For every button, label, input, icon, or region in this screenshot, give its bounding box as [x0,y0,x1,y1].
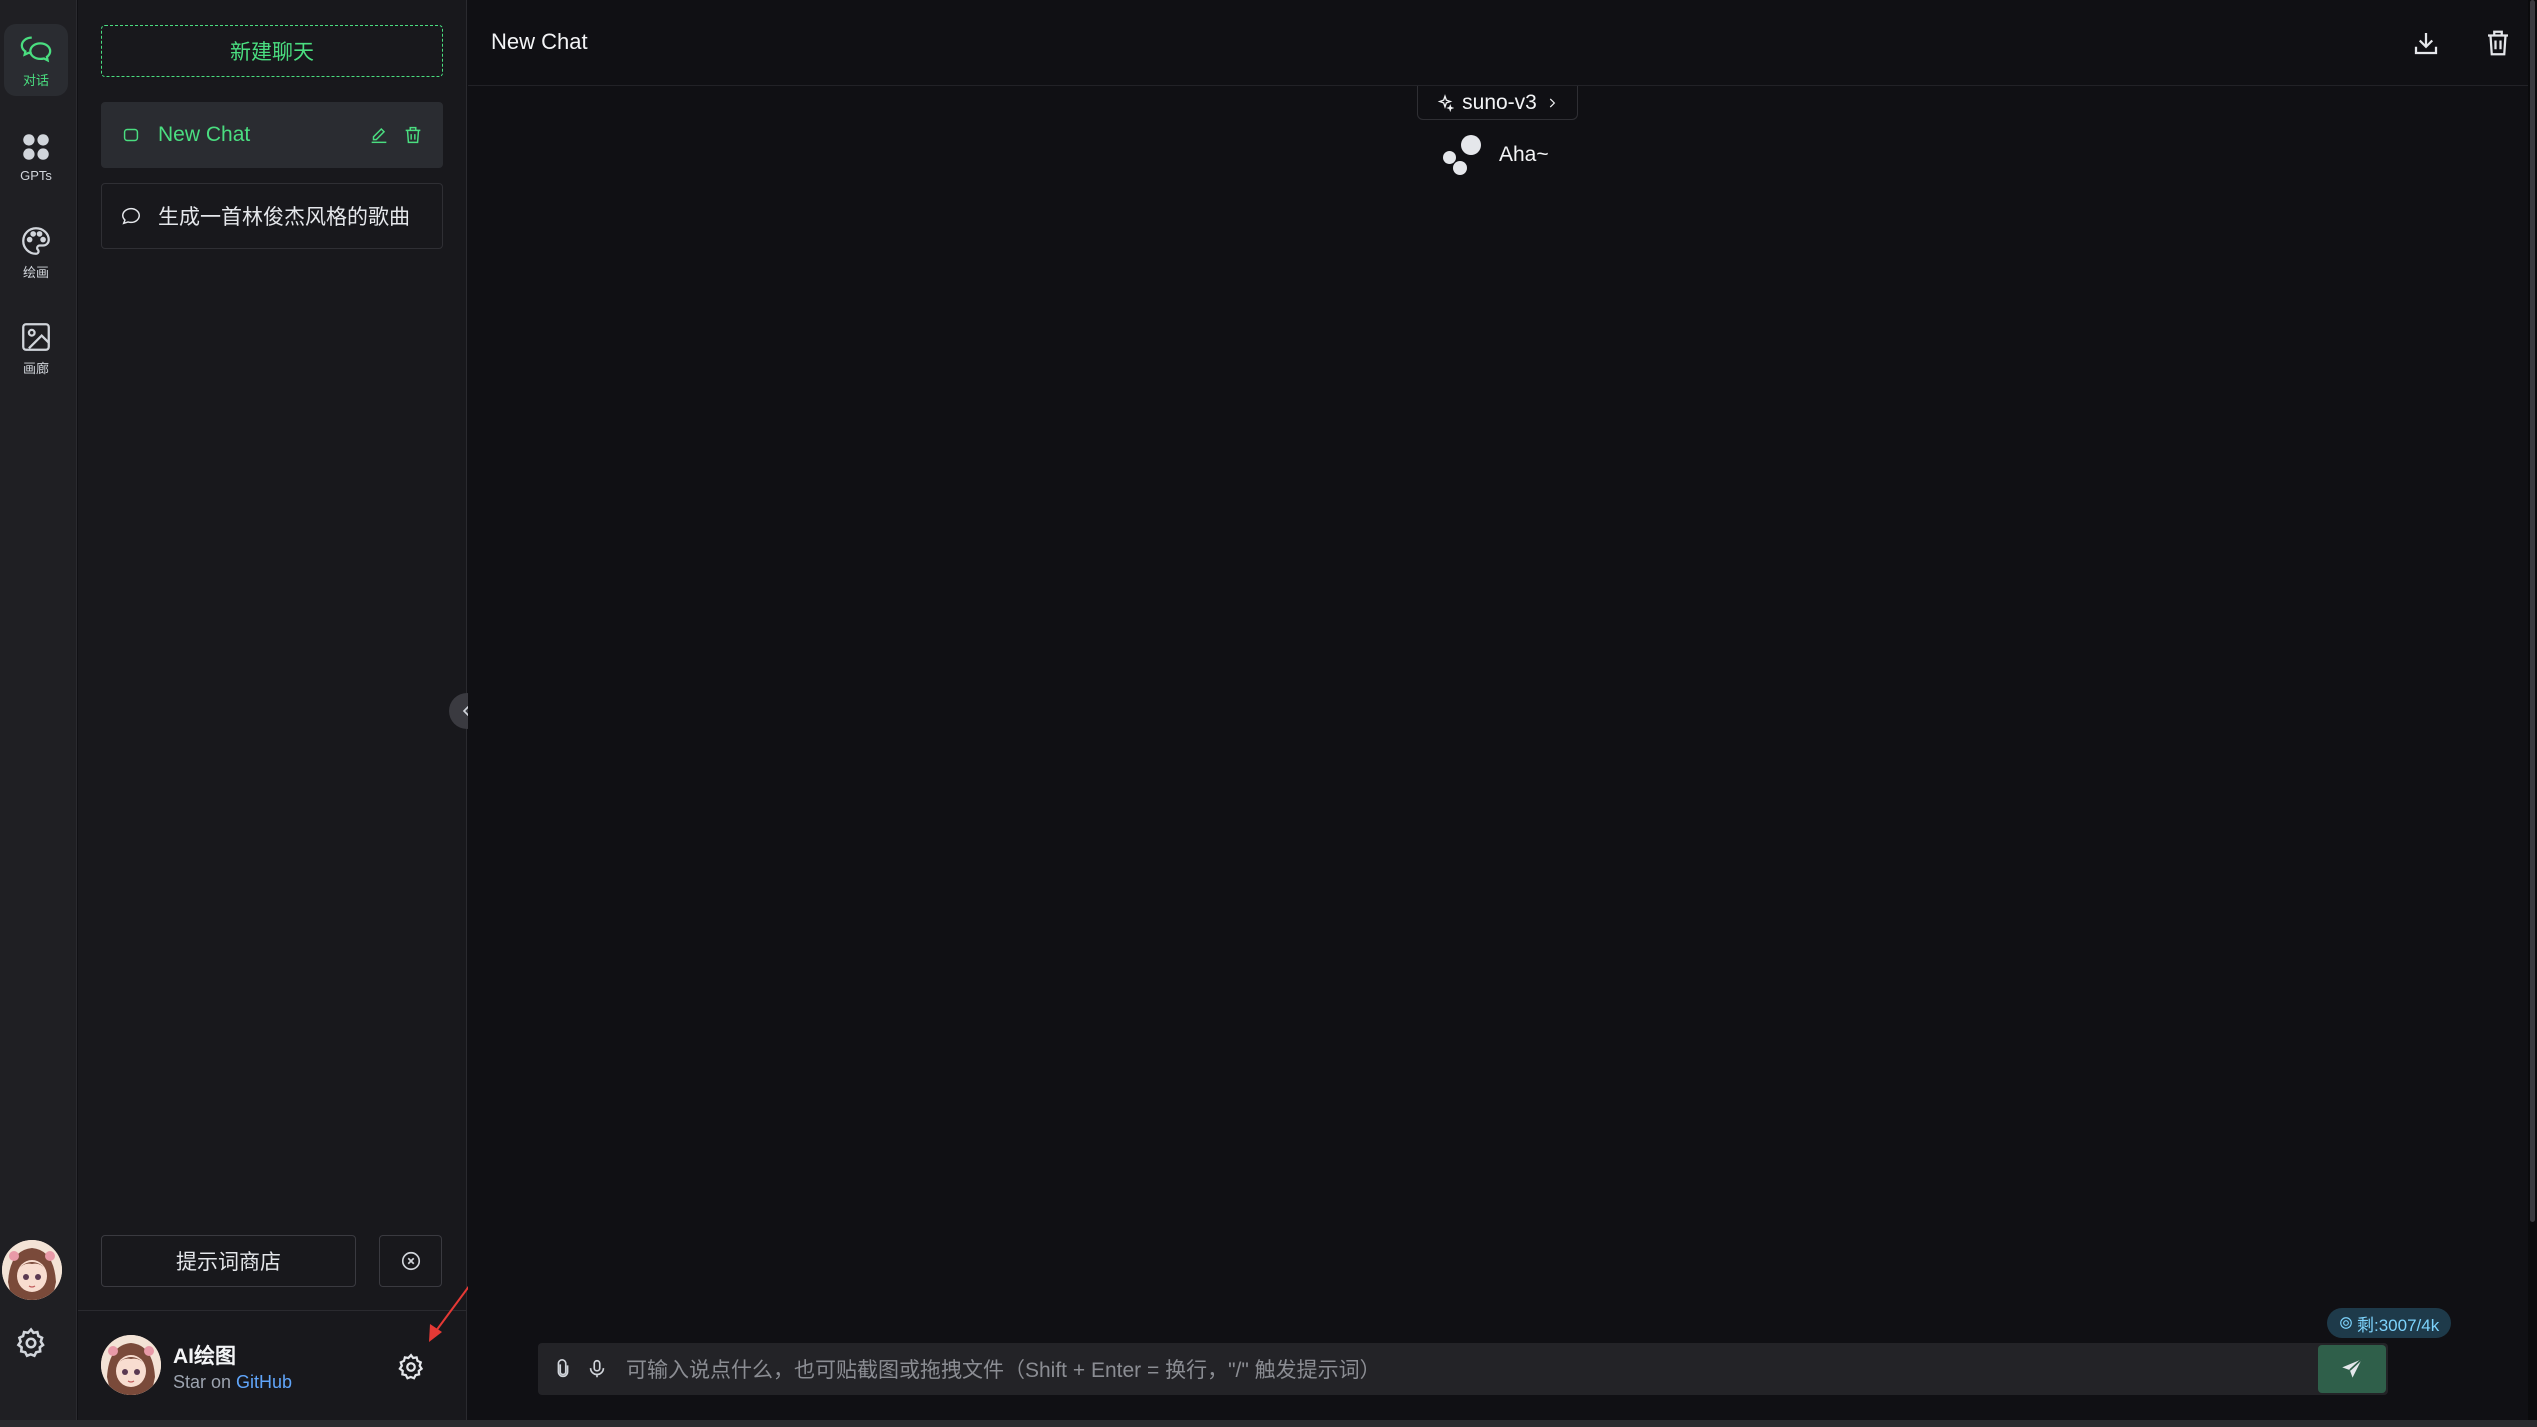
chat-header: New Chat [468,0,2528,86]
trash-icon [2488,30,2508,56]
rail-item-chat[interactable]: 对话 [4,24,68,96]
model-selector[interactable]: suno-v3 [1417,86,1578,120]
chevron-right-icon [1549,98,1556,107]
rail-settings-button[interactable] [14,1326,48,1360]
bot-avatar-icon [1443,135,1483,175]
assistant-message: Aha~ [1443,135,1549,175]
export-button[interactable] [2411,28,2441,58]
rail-item-label: 绘画 [22,264,49,280]
gear-icon [16,1327,45,1358]
token-counter-badge: 剩:3007/4k [2327,1308,2452,1338]
coin-icon [2340,1317,2352,1329]
send-icon [2342,1358,2363,1378]
chat-bubbles-icon [20,36,52,62]
message-text: Aha~ [1499,143,1549,166]
chat-input-bar: 可输入说点什么，也可贴截图或拖拽文件（Shift + Enter = 换行，"/… [538,1343,2388,1395]
nav-rail: 对话 GPTs 绘画 画廊 [0,0,77,1427]
annotation-arrow [429,1177,550,1342]
rail-item-gallery[interactable]: 画廊 [4,312,68,384]
image-icon [22,322,50,351]
page-title: New Chat [491,29,588,54]
rail-item-label: 画廊 [22,360,49,376]
rail-item-label: 对话 [22,72,49,88]
avatar[interactable] [2,1240,62,1300]
grid-icon [23,133,49,160]
rail-item-label: GPTs [20,167,52,183]
anime-avatar-image [2,1240,62,1300]
model-name: suno-v3 [1462,90,1537,114]
download-icon [2414,33,2438,55]
rail-item-gpts[interactable]: GPTs [4,120,68,192]
sparkle-icon [1437,93,1455,112]
chat-input[interactable]: 可输入说点什么，也可贴截图或拖拽文件（Shift + Enter = 换行，"/… [626,1354,2318,1384]
app-window: 对话 GPTs 绘画 画廊 新建聊天 New Chat 生成一首林俊杰风格的歌曲… [0,0,2537,1427]
scrollbar-thumb[interactable] [2530,0,2535,1222]
rail-item-draw[interactable]: 绘画 [4,216,68,288]
microphone-icon[interactable] [586,1358,608,1380]
window-bottom-edge [0,1420,2537,1427]
send-button[interactable] [2318,1345,2386,1393]
paperclip-icon[interactable] [552,1358,574,1380]
delete-chat-button[interactable] [2483,28,2513,58]
chat-main: New Chat suno-v3 Aha~ 剩:3007/4k 可输入说点什么，… [468,0,2528,1420]
counter-text: 剩:3007/4k [2357,1315,2440,1335]
palette-icon [22,226,50,255]
chat-sidebar: 新建聊天 New Chat 生成一首林俊杰风格的歌曲 提示词商店 AI绘图 St… [78,0,550,1427]
